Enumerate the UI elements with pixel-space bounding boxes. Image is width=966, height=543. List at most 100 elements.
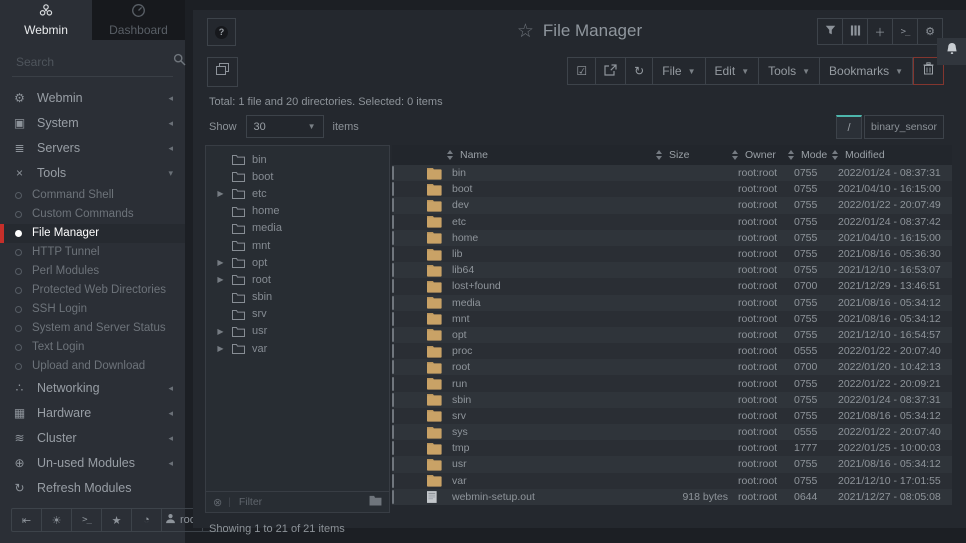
file-name[interactable]: mnt: [452, 313, 632, 325]
filter-button[interactable]: [818, 19, 843, 44]
row-checkbox[interactable]: [392, 166, 394, 180]
select-all-button[interactable]: ☑: [568, 58, 596, 84]
notifications-button[interactable]: [937, 38, 966, 65]
tree-item-sbin[interactable]: sbin: [206, 289, 389, 306]
sidebar-item-protected-web-directories[interactable]: Protected Web Directories: [0, 281, 185, 300]
file-name[interactable]: lost+found: [452, 280, 632, 292]
file-name[interactable]: usr: [452, 458, 632, 470]
file-name[interactable]: etc: [452, 216, 632, 228]
folder-icon[interactable]: [369, 493, 382, 511]
file-name[interactable]: media: [452, 297, 632, 309]
columns-button[interactable]: [843, 19, 868, 44]
table-row[interactable]: mediaroot:root07552021/08/16 - 05:34:12: [392, 295, 952, 311]
file-name[interactable]: boot: [452, 183, 632, 195]
sidebar-item-ssh-login[interactable]: SSH Login: [0, 300, 185, 319]
table-row[interactable]: rootroot:root07002022/01/20 - 10:42:13: [392, 359, 952, 375]
row-checkbox[interactable]: [392, 457, 394, 471]
row-checkbox[interactable]: [392, 425, 394, 439]
file-name[interactable]: sbin: [452, 394, 632, 406]
tree-item-mnt[interactable]: mnt: [206, 237, 389, 254]
terminal-button[interactable]: >_: [72, 509, 102, 531]
row-checkbox[interactable]: [392, 182, 394, 196]
row-checkbox[interactable]: [392, 490, 394, 504]
theme-button[interactable]: ☀: [42, 509, 72, 531]
table-row[interactable]: binroot:root07552022/01/24 - 08:37:31: [392, 165, 952, 181]
table-row[interactable]: bootroot:root07552021/04/10 - 16:15:00: [392, 181, 952, 197]
search-input[interactable]: [14, 54, 173, 70]
row-checkbox[interactable]: [392, 344, 394, 358]
file-name[interactable]: webmin-setup.out: [452, 491, 632, 503]
path-query-box[interactable]: binary_sensor: [864, 115, 944, 139]
file-name[interactable]: sys: [452, 426, 632, 438]
column-header-size[interactable]: Size: [632, 145, 732, 165]
file-name[interactable]: tmp: [452, 442, 632, 454]
tree-item-etc[interactable]: ▶etc: [206, 185, 389, 202]
row-checkbox[interactable]: [392, 247, 394, 261]
tree-item-opt[interactable]: ▶opt: [206, 254, 389, 271]
row-checkbox[interactable]: [392, 360, 394, 374]
file-name[interactable]: home: [452, 232, 632, 244]
file-name[interactable]: var: [452, 475, 632, 487]
row-checkbox[interactable]: [392, 279, 394, 293]
tree-item-srv[interactable]: srv: [206, 306, 389, 323]
table-row[interactable]: optroot:root07552021/12/10 - 16:54:57: [392, 327, 952, 343]
row-checkbox[interactable]: [392, 393, 394, 407]
favorites-button[interactable]: ★: [102, 509, 132, 531]
table-row[interactable]: lib64root:root07552021/12/10 - 16:53:07: [392, 262, 952, 278]
table-row[interactable]: sysroot:root05552022/01/22 - 20:07:40: [392, 424, 952, 440]
sidebar-item-system-and-server-status[interactable]: System and Server Status: [0, 319, 185, 338]
table-row[interactable]: procroot:root05552022/01/22 - 20:07:40: [392, 343, 952, 359]
sidebar-item-perl-modules[interactable]: Perl Modules: [0, 262, 185, 281]
sidebar-category-cluster[interactable]: ≋Cluster◂: [0, 426, 185, 451]
tree-item-home[interactable]: home: [206, 203, 389, 220]
table-row[interactable]: etcroot:root07552022/01/24 - 08:37:42: [392, 214, 952, 230]
file-name[interactable]: bin: [452, 167, 632, 179]
file-name[interactable]: lib64: [452, 264, 632, 276]
file-name[interactable]: dev: [452, 199, 632, 211]
row-checkbox[interactable]: [392, 231, 394, 245]
table-row[interactable]: runroot:root07552022/01/22 - 20:09:21: [392, 375, 952, 391]
column-header-name[interactable]: Name: [392, 145, 632, 165]
add-button[interactable]: ＋: [868, 19, 893, 44]
sidebar-category-networking[interactable]: ∴Networking◂: [0, 376, 185, 401]
row-checkbox[interactable]: [392, 441, 394, 455]
table-row[interactable]: lost+foundroot:root07002021/12/29 - 13:4…: [392, 278, 952, 294]
file-menu-button[interactable]: File▼: [653, 58, 705, 84]
refresh-button[interactable]: ↻: [626, 58, 653, 84]
file-name[interactable]: srv: [452, 410, 632, 422]
table-row[interactable]: varroot:root07552021/12/10 - 17:01:55: [392, 473, 952, 489]
row-checkbox[interactable]: [392, 328, 394, 342]
tree-item-root[interactable]: ▶root: [206, 271, 389, 288]
table-row[interactable]: devroot:root07552022/01/22 - 20:07:49: [392, 197, 952, 213]
column-header-mode[interactable]: Mode: [788, 145, 832, 165]
sidebar-category-hardware[interactable]: ▦Hardware◂: [0, 401, 185, 426]
stats-button[interactable]: ◔: [132, 509, 162, 531]
file-name[interactable]: opt: [452, 329, 632, 341]
path-root-button[interactable]: /: [836, 115, 862, 139]
tools-menu-button[interactable]: Tools▼: [759, 58, 820, 84]
table-row[interactable]: srvroot:root07552021/08/16 - 05:34:12: [392, 408, 952, 424]
sidebar-item-command-shell[interactable]: Command Shell: [0, 186, 185, 205]
table-row[interactable]: mntroot:root07552021/08/16 - 05:34:12: [392, 311, 952, 327]
row-checkbox[interactable]: [392, 474, 394, 488]
sidebar-category-servers[interactable]: ≣Servers◂: [0, 136, 185, 161]
tab-webmin[interactable]: Webmin: [0, 0, 92, 40]
edit-menu-button[interactable]: Edit▼: [706, 58, 760, 84]
shell-button[interactable]: >_: [893, 19, 918, 44]
column-header-modified[interactable]: Modified: [832, 145, 952, 165]
row-checkbox[interactable]: [392, 215, 394, 229]
sidebar-category-refresh-modules[interactable]: ↻Refresh Modules: [0, 476, 185, 501]
table-row[interactable]: usrroot:root07552021/08/16 - 05:34:12: [392, 456, 952, 472]
row-checkbox[interactable]: [392, 377, 394, 391]
file-name[interactable]: lib: [452, 248, 632, 260]
sidebar-category-system[interactable]: ▣System◂: [0, 111, 185, 136]
sidebar-category-webmin[interactable]: ⚙Webmin◂: [0, 86, 185, 111]
bookmarks-menu-button[interactable]: Bookmarks▼: [820, 58, 913, 84]
open-in-new-button[interactable]: [596, 58, 626, 84]
expand-arrow-icon[interactable]: ▶: [216, 258, 225, 267]
row-checkbox[interactable]: [392, 312, 394, 326]
expand-arrow-icon[interactable]: ▶: [216, 344, 225, 353]
collapse-sidebar-button[interactable]: ⇤: [12, 509, 42, 531]
column-header-owner[interactable]: Owner: [732, 145, 788, 165]
sidebar-item-text-login[interactable]: Text Login: [0, 338, 185, 357]
